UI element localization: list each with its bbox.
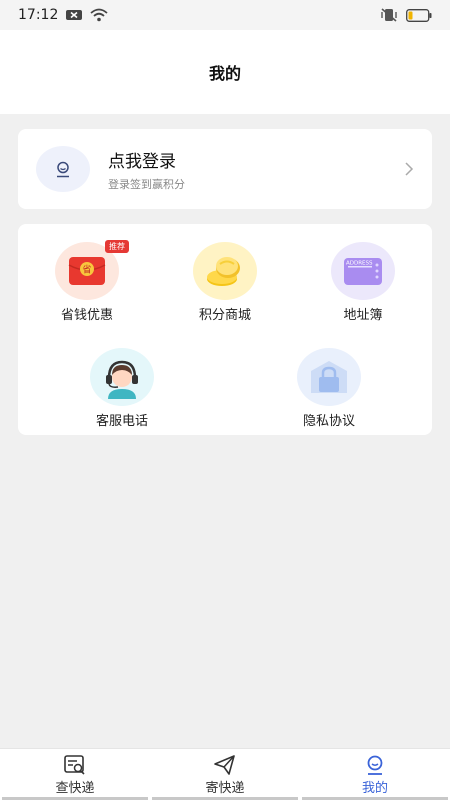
svg-text:省: 省 xyxy=(82,264,91,276)
grid-label-privacy: 隐私协议 xyxy=(302,414,355,429)
lock-icon xyxy=(297,348,361,406)
login-title[interactable]: 点我登录 xyxy=(108,147,185,172)
grid-item-address-book[interactable]: ADDRESS 地址簿 xyxy=(303,242,423,323)
grid-label-customer-service: 客服电话 xyxy=(95,414,148,429)
grid-item-points-mall[interactable]: 积分商城 xyxy=(165,242,285,323)
login-subtitle: 登录签到赢积分 xyxy=(108,177,185,191)
grid-label-address-book: 地址簿 xyxy=(343,308,383,323)
login-card[interactable]: 点我登录 登录签到赢积分 xyxy=(18,129,432,209)
grid-item-customer-service[interactable]: 客服电话 xyxy=(62,348,182,429)
feature-grid: 省 推荐 省钱优惠 积分商城 ADDRESS 地址簿 客服电话 隐私协议 xyxy=(18,224,432,435)
nav-label-send: 寄快递 xyxy=(205,780,245,796)
battery-icon xyxy=(406,8,432,22)
avatar-icon xyxy=(57,161,69,178)
notification-icon xyxy=(66,9,83,21)
send-icon xyxy=(214,754,235,775)
bottom-nav: 查快递 寄快递 我的 xyxy=(0,748,450,800)
coins-icon xyxy=(193,242,257,300)
search-package-icon xyxy=(64,754,85,775)
nav-item-send[interactable]: 寄快递 xyxy=(150,749,300,800)
chevron-right-icon[interactable] xyxy=(404,162,414,176)
red-envelope-icon: 省 推荐 xyxy=(55,240,129,300)
vibrate-off-icon xyxy=(380,8,398,22)
wifi-icon xyxy=(90,8,108,22)
grid-label-points-mall: 积分商城 xyxy=(198,308,251,323)
recommend-badge: 推荐 xyxy=(105,240,129,253)
status-bar: 17:12 xyxy=(0,0,450,30)
address-icon-text: ADDRESS xyxy=(346,261,373,267)
page-title: 我的 xyxy=(208,64,241,83)
grid-item-privacy[interactable]: 隐私协议 xyxy=(269,348,389,429)
nav-item-mine[interactable]: 我的 xyxy=(300,749,450,800)
grid-label-savings: 省钱优惠 xyxy=(60,308,113,323)
nav-label-track: 查快递 xyxy=(55,780,95,796)
status-time: 17:12 xyxy=(18,7,59,23)
page-header: 我的 xyxy=(0,30,450,114)
nav-label-mine: 我的 xyxy=(361,780,388,796)
customer-service-icon xyxy=(90,348,154,406)
address-book-icon: ADDRESS xyxy=(331,242,395,300)
grid-item-savings[interactable]: 省 推荐 省钱优惠 xyxy=(27,240,147,323)
profile-icon xyxy=(367,755,383,775)
nav-item-track[interactable]: 查快递 xyxy=(0,749,150,800)
avatar[interactable] xyxy=(36,146,90,192)
